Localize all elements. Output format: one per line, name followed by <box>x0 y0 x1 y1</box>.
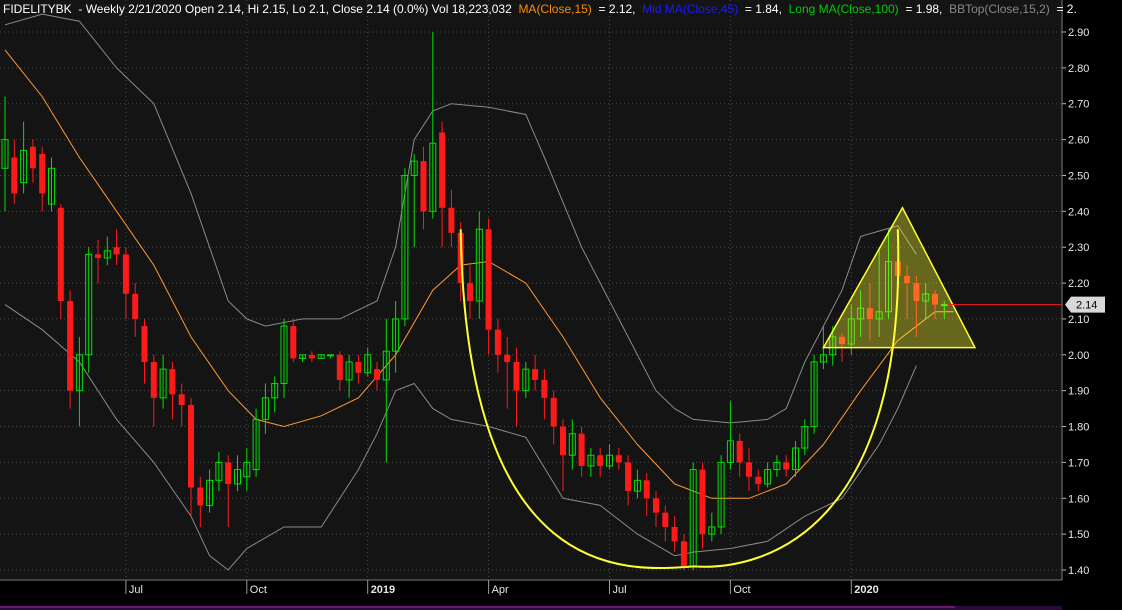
candle-body-down <box>783 462 790 470</box>
candle-body-down <box>597 455 604 466</box>
candle-body-down <box>643 480 650 499</box>
candle-body-down <box>625 462 632 492</box>
price-tick-label: 2.90 <box>1068 27 1089 39</box>
candle-body-down <box>39 153 46 194</box>
candle-body-down <box>150 361 157 398</box>
candle-body-down <box>188 405 194 488</box>
long-ma-label: Long MA(Close,100) <box>789 2 899 16</box>
candle-body-down <box>197 487 204 506</box>
candle-body-down <box>141 326 148 362</box>
long-ma-value: = 1.98, <box>902 2 946 16</box>
price-tick-label: 1.60 <box>1068 493 1089 505</box>
candle-body-down <box>225 462 232 484</box>
candle-body-down <box>578 433 585 466</box>
candle-body-down <box>355 361 362 373</box>
candle-body-down <box>95 254 101 258</box>
candle-body-down <box>671 526 678 542</box>
candle-body-down <box>494 329 501 355</box>
chart-root: 2.90 2.80 2.70 2.60 2.50 2.40 2.30 2.20 2.10 2.00… <box>0 0 1122 610</box>
candle-body-up <box>327 354 334 357</box>
candle-body-down <box>746 462 752 477</box>
candle-body-down <box>680 541 687 567</box>
time-tick-label: Jul <box>129 584 143 596</box>
price-tick-label: 2.00 <box>1068 350 1089 362</box>
candle-body-down <box>439 132 446 208</box>
time-tick-label: Apr <box>492 584 509 596</box>
candle-body-down <box>113 247 120 255</box>
candle-body-down <box>467 283 473 301</box>
symbol-label: FIDELITYBK <box>3 2 72 16</box>
candle-body-down <box>420 161 427 212</box>
candle-body-down <box>290 326 297 359</box>
time-tick-label: Oct <box>250 584 267 596</box>
price-tick-label: 2.80 <box>1068 63 1089 75</box>
candle-body-down <box>336 354 343 380</box>
mid-ma-value: = 1.84, <box>742 2 786 16</box>
ohlc-info: - Weekly 2/21/2020 Open 2.14, Hi 2.15, L… <box>75 2 515 16</box>
candle-body-down <box>178 394 185 406</box>
bbtop-label: BBTop(Close,15,2) <box>949 2 1050 16</box>
mid-ma-label: Mid MA(Close,45) <box>642 2 738 16</box>
time-tick-label: Jul <box>613 584 627 596</box>
candle-body-down <box>513 361 520 391</box>
candlestick-chart[interactable]: 2.90 2.80 2.70 2.60 2.50 2.40 2.30 2.20 2.10 2.00… <box>0 0 1122 610</box>
price-tick-label: 2.70 <box>1068 99 1089 111</box>
price-tick-label: 2.60 <box>1068 135 1089 147</box>
candle-body-down <box>532 369 539 380</box>
last-price-label: 2.14 <box>1076 300 1097 312</box>
candle-body-down <box>132 293 139 319</box>
price-tick-label: 1.90 <box>1068 386 1089 398</box>
chart-header: FIDELITYBK - Weekly 2/21/2020 Open 2.14,… <box>3 2 1077 16</box>
ma15-label: MA(Close,15) <box>518 2 591 16</box>
candle-body-down <box>560 426 566 456</box>
candle-body-down <box>67 301 74 391</box>
price-tick-label: 2.20 <box>1068 278 1089 290</box>
candle-body-down <box>699 469 706 535</box>
candle-body-down <box>550 397 557 427</box>
candle-body-down <box>662 512 669 527</box>
bbtop-value: = 2. <box>1053 2 1077 16</box>
price-tick-label: 2.10 <box>1068 314 1089 326</box>
price-tick-label: 2.30 <box>1068 242 1089 254</box>
candle-body-down <box>504 354 511 362</box>
candle-body-down <box>122 254 129 294</box>
candle-body-down <box>11 157 18 194</box>
candle-body-down <box>374 369 380 380</box>
ma15-value: = 2.12, <box>595 2 639 16</box>
candle-body-down <box>755 476 762 484</box>
time-tick-label: 2020 <box>854 584 878 596</box>
candle-body-down <box>448 207 455 233</box>
price-tick-label: 1.80 <box>1068 422 1089 434</box>
price-tick-label: 2.40 <box>1068 206 1089 218</box>
candle-body-down <box>653 498 659 513</box>
candle-body-down <box>169 369 176 395</box>
candle-body-down <box>541 379 548 398</box>
price-tick-label: 2.50 <box>1068 170 1089 182</box>
price-tick-label: 1.40 <box>1068 565 1089 577</box>
candle-body-down <box>57 207 64 301</box>
candle-body-down <box>736 440 743 463</box>
price-tick-label: 1.50 <box>1068 529 1089 541</box>
candle-body-down <box>615 455 622 463</box>
candle-body-down <box>308 354 315 359</box>
time-tick-label: Oct <box>733 584 750 596</box>
price-tick-label: 1.70 <box>1068 457 1089 469</box>
candle-body-down <box>485 229 492 330</box>
candle-body-down <box>29 146 36 169</box>
time-tick-label: 2019 <box>371 584 395 596</box>
